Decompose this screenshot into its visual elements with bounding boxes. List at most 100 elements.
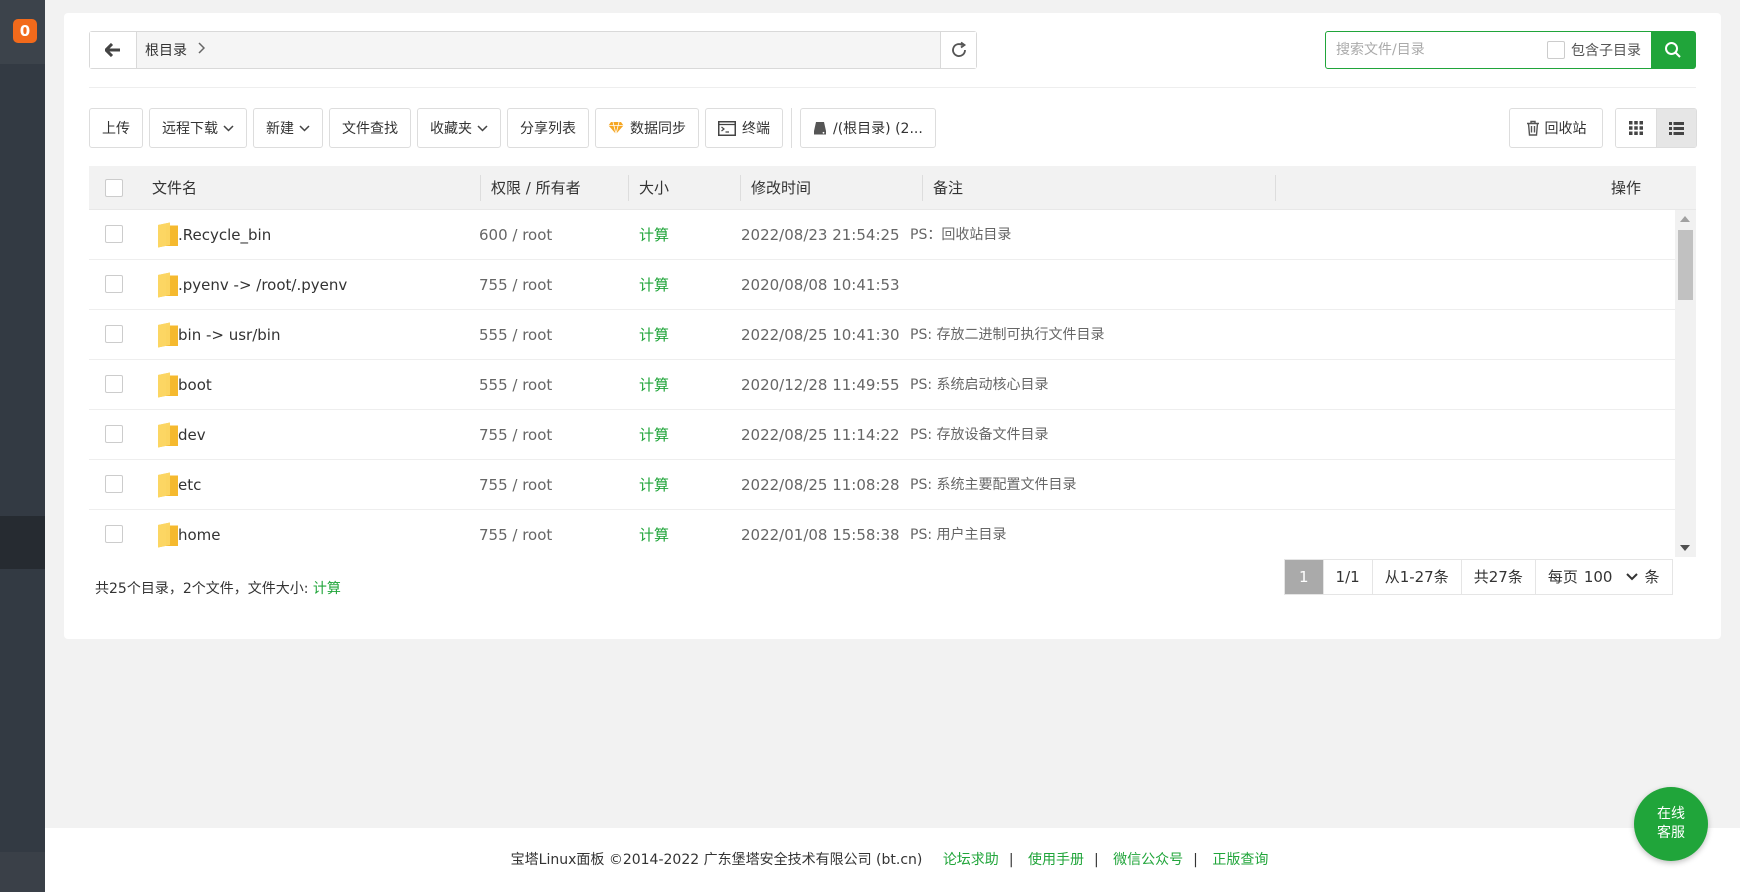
row-checkbox[interactable] [105, 325, 123, 343]
file-list: .Recycle_bin 600 / root 计算 2022/08/23 21:54… [89, 210, 1696, 557]
file-note[interactable]: PS: 系统主要配置文件目录 [910, 460, 1077, 510]
include-subdir-checkbox[interactable]: 包含子目录 [1547, 32, 1651, 68]
file-name[interactable]: boot [178, 360, 212, 410]
size-calc-link[interactable]: 计算 [639, 260, 669, 310]
terminal-button[interactable]: 终端 [705, 108, 783, 148]
file-permission[interactable]: 755 / root [479, 260, 552, 310]
notification-badge[interactable]: 0 [13, 19, 37, 43]
recycle-bin-button[interactable]: 回收站 [1509, 108, 1603, 148]
page-count: 1/1 [1323, 560, 1373, 594]
col-separator [1275, 175, 1276, 201]
table-row[interactable]: boot 555 / root 计算 2020/12/28 11:49:55 PS: 系… [89, 360, 1675, 410]
col-note-header[interactable]: 备注 [933, 166, 963, 210]
size-calc-link[interactable]: 计算 [639, 310, 669, 360]
chat-line1: 在线 [1657, 806, 1685, 822]
scroll-up-icon[interactable] [1680, 216, 1690, 222]
scroll-thumb[interactable] [1678, 230, 1693, 300]
remote-download-button[interactable]: 远程下载 [149, 108, 247, 148]
disk-button[interactable]: /(根目录) (2... [800, 108, 936, 148]
folder-icon [158, 272, 178, 298]
file-note[interactable]: PS: 系统启动核心目录 [910, 360, 1049, 410]
page-range: 从1-27条 [1372, 560, 1462, 594]
file-permission[interactable]: 755 / root [479, 460, 552, 510]
row-checkbox[interactable] [105, 375, 123, 393]
include-subdir-box[interactable] [1547, 41, 1565, 59]
summary-calc-link[interactable]: 计算 [313, 581, 341, 597]
col-mtime-header[interactable]: 修改时间 [751, 166, 811, 210]
search-input[interactable] [1326, 32, 1547, 68]
per-page-group: 每页 100 条 [1535, 560, 1672, 594]
sidebar-item-active[interactable] [0, 516, 45, 569]
row-checkbox[interactable] [105, 275, 123, 293]
search-button[interactable] [1651, 32, 1695, 68]
col-perm-header[interactable]: 权限 / 所有者 [491, 166, 581, 210]
table-row[interactable]: .pyenv -> /root/.pyenv 755 / root 计算 2020/0… [89, 260, 1675, 310]
table-row[interactable]: dev 755 / root 计算 2022/08/25 11:14:22 PS: 存放… [89, 410, 1675, 460]
data-sync-button[interactable]: 数据同步 [595, 108, 699, 148]
list-view-button[interactable] [1655, 109, 1696, 147]
table-row[interactable]: etc 755 / root 计算 2022/08/25 11:08:28 PS: 系统… [89, 460, 1675, 510]
row-checkbox[interactable] [105, 525, 123, 543]
wechat-link[interactable]: 微信公众号 [1113, 852, 1183, 868]
file-note[interactable]: PS: 存放二进制可执行文件目录 [910, 310, 1105, 360]
page-current[interactable]: 1 [1285, 560, 1324, 594]
table-row[interactable]: home 755 / root 计算 2022/01/08 15:58:38 PS: 用… [89, 510, 1675, 557]
file-name[interactable]: etc [178, 460, 201, 510]
file-name[interactable]: dev [178, 410, 206, 460]
file-permission[interactable]: 555 / root [479, 310, 552, 360]
license-link[interactable]: 正版查询 [1212, 852, 1268, 868]
file-name[interactable]: bin -> usr/bin [178, 310, 280, 360]
col-size-header[interactable]: 大小 [639, 166, 669, 210]
online-support-button[interactable]: 在线 客服 [1634, 787, 1708, 861]
row-checkbox[interactable] [105, 475, 123, 493]
footer-separator: | [1093, 852, 1099, 868]
file-name[interactable]: home [178, 510, 221, 557]
file-name[interactable]: .pyenv -> /root/.pyenv [178, 260, 347, 310]
back-button[interactable] [90, 32, 137, 68]
row-checkbox[interactable] [105, 425, 123, 443]
select-all-checkbox[interactable] [105, 179, 123, 197]
refresh-button[interactable] [940, 32, 976, 68]
col-name-header[interactable]: 文件名 [152, 166, 197, 210]
search-box: 包含子目录 [1325, 31, 1696, 69]
size-calc-link[interactable]: 计算 [639, 410, 669, 460]
breadcrumb-root[interactable]: 根目录 [145, 40, 187, 60]
scroll-down-icon[interactable] [1680, 545, 1690, 551]
file-permission[interactable]: 555 / root [479, 360, 552, 410]
share-list-button[interactable]: 分享列表 [507, 108, 589, 148]
file-permission[interactable]: 755 / root [479, 410, 552, 460]
new-label: 新建 [266, 121, 294, 137]
file-permission[interactable]: 600 / root [479, 210, 552, 260]
folder-icon [158, 522, 178, 548]
file-name[interactable]: .Recycle_bin [178, 210, 271, 260]
sidebar-item-bottom[interactable] [0, 852, 45, 892]
view-toggle [1615, 108, 1697, 148]
per-page-unit: 条 [1644, 568, 1660, 586]
new-button[interactable]: 新建 [253, 108, 323, 148]
favorites-label: 收藏夹 [430, 121, 472, 137]
manual-link[interactable]: 使用手册 [1028, 852, 1084, 868]
file-note[interactable]: PS: 用户主目录 [910, 510, 1007, 557]
table-row[interactable]: .Recycle_bin 600 / root 计算 2022/08/23 21:54… [89, 210, 1675, 260]
size-calc-link[interactable]: 计算 [639, 210, 669, 260]
breadcrumb[interactable]: 根目录 [137, 32, 940, 68]
file-note[interactable]: PS: 存放设备文件目录 [910, 410, 1049, 460]
file-permission[interactable]: 755 / root [479, 510, 552, 557]
file-search-label: 文件查找 [342, 121, 398, 137]
vertical-scrollbar[interactable] [1675, 210, 1696, 557]
size-calc-link[interactable]: 计算 [639, 510, 669, 557]
size-calc-link[interactable]: 计算 [639, 360, 669, 410]
file-mtime: 2022/08/25 11:08:28 [741, 476, 900, 494]
size-calc-link[interactable]: 计算 [639, 460, 669, 510]
file-note[interactable]: PS：回收站目录 [910, 210, 1011, 260]
grid-view-button[interactable] [1616, 109, 1656, 147]
favorites-button[interactable]: 收藏夹 [417, 108, 501, 148]
col-separator [628, 175, 629, 201]
forum-link[interactable]: 论坛求助 [943, 852, 999, 868]
upload-button[interactable]: 上传 [89, 108, 143, 148]
file-search-button[interactable]: 文件查找 [329, 108, 411, 148]
per-page-value: 100 [1583, 568, 1613, 586]
per-page-select[interactable]: 100 [1584, 560, 1639, 594]
table-row[interactable]: bin -> usr/bin 555 / root 计算 2022/08/25 10:… [89, 310, 1675, 360]
row-checkbox[interactable] [105, 225, 123, 243]
